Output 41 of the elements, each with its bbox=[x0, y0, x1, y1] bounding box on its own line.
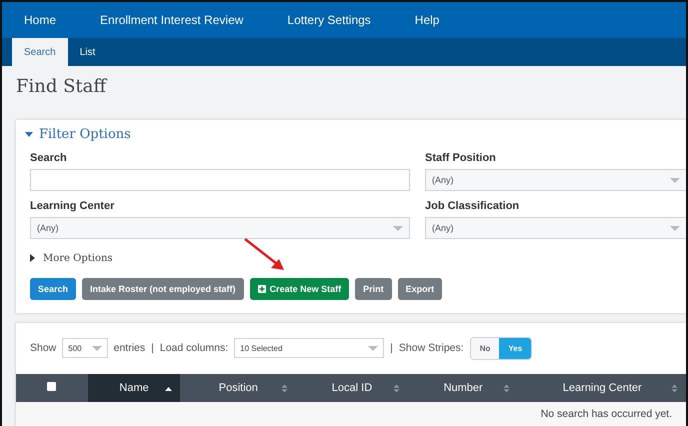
page-title: Find Staff bbox=[16, 76, 108, 99]
dropdown[interactable]: (Any) bbox=[425, 169, 686, 191]
caret-icon bbox=[670, 178, 680, 182]
nav-link[interactable]: Enrollment Interest Review bbox=[100, 13, 244, 27]
empty-message: No search has occurred yet. bbox=[16, 402, 686, 425]
select-all-checkbox[interactable] bbox=[47, 382, 56, 391]
nav-link[interactable]: Lottery Settings bbox=[287, 13, 371, 27]
button[interactable]: Export bbox=[398, 278, 442, 300]
columns-dropdown[interactable]: 10 Selected bbox=[234, 338, 384, 358]
expand-triangle-icon[interactable] bbox=[30, 254, 35, 262]
button[interactable]: Create New Staff bbox=[250, 278, 350, 300]
section-title[interactable]: Filter Options bbox=[39, 126, 131, 142]
load-columns-label: Load columns: bbox=[160, 342, 228, 354]
caret-icon bbox=[393, 226, 403, 230]
separator: | bbox=[390, 342, 393, 354]
tab[interactable]: List bbox=[68, 38, 108, 66]
tab[interactable]: Search bbox=[12, 38, 68, 66]
dropdown[interactable]: (Any) bbox=[30, 217, 410, 239]
page-size-dropdown[interactable]: 500 bbox=[62, 338, 108, 358]
field-label: Job Classification bbox=[425, 200, 520, 214]
toggle-option[interactable]: No bbox=[470, 338, 500, 358]
entries-label: entries bbox=[114, 342, 146, 354]
stripes-label: Show Stripes: bbox=[398, 342, 464, 354]
separator: | bbox=[151, 342, 154, 354]
caret-icon bbox=[670, 226, 680, 230]
search-field[interactable] bbox=[30, 169, 410, 191]
dropdown[interactable]: (Any) bbox=[425, 217, 686, 239]
nav-link[interactable]: Help bbox=[414, 13, 440, 27]
field-label: Search bbox=[30, 152, 68, 166]
field-label: Staff Position bbox=[425, 152, 497, 166]
show-label: Show bbox=[30, 342, 56, 354]
button[interactable]: Print bbox=[355, 278, 392, 300]
plus-icon bbox=[258, 285, 266, 293]
caret-icon bbox=[92, 346, 102, 350]
arrow bbox=[243, 237, 285, 271]
nav-link[interactable]: Home bbox=[24, 13, 56, 27]
more-options-link[interactable]: More Options bbox=[43, 252, 113, 264]
field-label: Learning Center bbox=[30, 200, 116, 214]
caret-icon bbox=[368, 346, 378, 350]
button[interactable]: Search bbox=[30, 278, 76, 300]
button[interactable]: Intake Roster (not employed staff) bbox=[82, 278, 244, 300]
